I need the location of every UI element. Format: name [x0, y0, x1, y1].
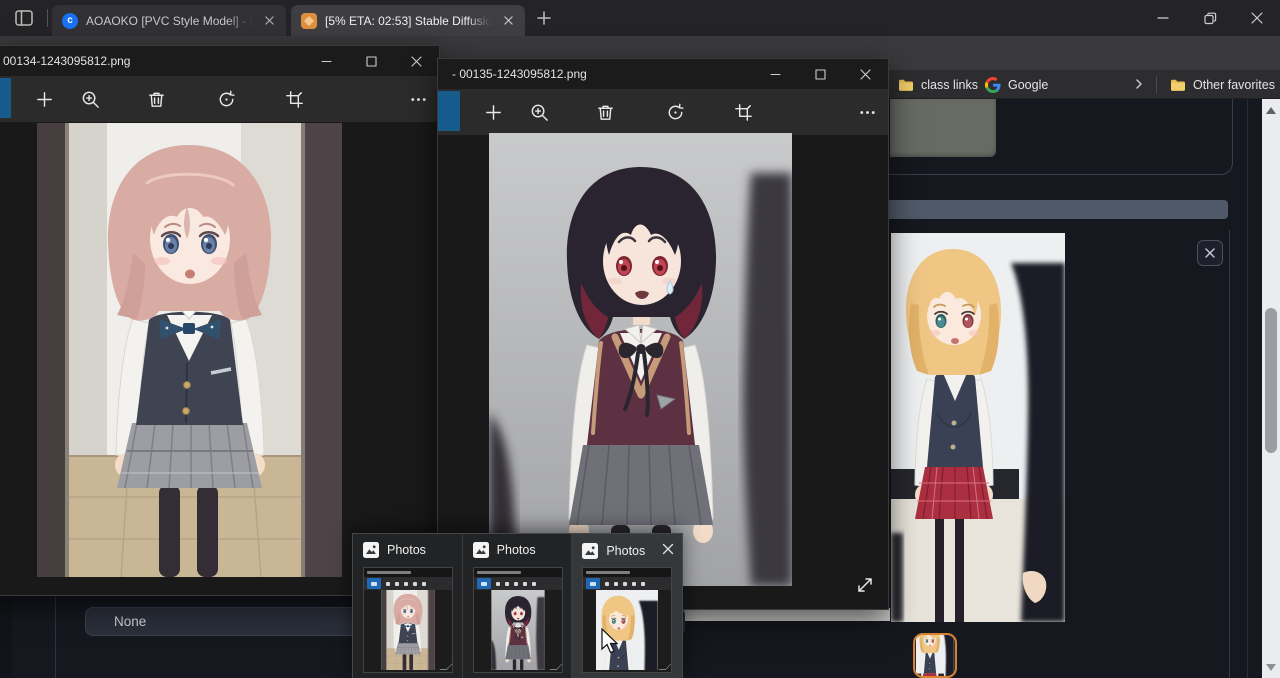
tab-stable-diffusion[interactable]: [5% ETA: 02:53] Stable Diffusion: [291, 5, 525, 36]
mini-toolbar: [583, 577, 671, 590]
mini-toolbar: [474, 577, 562, 590]
window-minimize-button[interactable]: [1140, 0, 1186, 36]
add-to-album-button[interactable]: [24, 79, 64, 119]
tab-actions-menu-icon[interactable]: [13, 7, 35, 34]
more-options-button[interactable]: [398, 79, 438, 119]
mini-accent-button: [477, 578, 491, 589]
photos-window-1-toolbar: [0, 76, 439, 122]
photos-window-1: 00134-1243095812.png: [0, 45, 440, 596]
preview-app-label: Photos: [387, 543, 426, 557]
page-panel-border: [55, 589, 56, 678]
photos-minimize-button[interactable]: [304, 46, 348, 76]
taskbar-preview-flyout: Photos Photos: [352, 533, 683, 678]
fullscreen-expand-icon[interactable]: [854, 574, 876, 601]
photos-accent-strip: [0, 78, 11, 118]
gallery-thumbnail-selected[interactable]: [913, 633, 957, 678]
favorite-folder-class-links[interactable]: class links: [898, 70, 978, 99]
tab-divider: [47, 9, 48, 27]
photos-window-2-toolbar: [438, 89, 888, 135]
mini-photo-00134: [364, 590, 452, 672]
mini-titlebar: [364, 568, 452, 577]
favbar-divider: [1156, 76, 1157, 93]
photos-app-icon: [473, 542, 489, 558]
script-dropdown-value: None: [114, 614, 146, 629]
zoom-button[interactable]: [519, 92, 559, 132]
preview-close-icon[interactable]: [662, 542, 674, 560]
add-to-album-button[interactable]: [473, 92, 513, 132]
photos-maximize-button[interactable]: [798, 59, 842, 89]
photo-image-00135: [489, 133, 792, 586]
scrollbar-up-arrow-icon[interactable]: [1266, 107, 1276, 114]
tab-close-icon[interactable]: [260, 12, 278, 30]
mini-accent-button: [367, 578, 381, 589]
close-image-button[interactable]: [1197, 240, 1223, 266]
photo-image-00134: [37, 123, 342, 577]
favorite-label: Other favorites: [1193, 78, 1275, 92]
mouse-cursor: [600, 628, 620, 661]
photos-window-2: - 00135-1243095812.png: [437, 58, 889, 610]
favorite-label: class links: [921, 78, 978, 92]
preview-mini-window[interactable]: [363, 567, 453, 673]
mini-photo-00135: [474, 590, 562, 672]
civitai-icon: c: [62, 13, 78, 29]
preview-mini-window[interactable]: [582, 567, 672, 673]
delete-button[interactable]: [585, 92, 625, 132]
photos-app-icon: [582, 543, 598, 559]
favorites-overflow-chevron-icon[interactable]: [1132, 77, 1146, 96]
scrollbar-thumb[interactable]: [1265, 308, 1277, 453]
tab-civitai[interactable]: c AOAOKO [PVC Style Model] - PV: [52, 5, 286, 36]
crop-button[interactable]: [723, 92, 763, 132]
scrollbar-down-arrow-icon[interactable]: [1266, 664, 1276, 671]
favorite-folder-other[interactable]: Other favorites: [1170, 70, 1275, 99]
photos-app-icon: [363, 542, 379, 558]
more-options-button[interactable]: [847, 92, 887, 132]
rotate-button[interactable]: [655, 92, 695, 132]
favorite-label: Google: [1008, 78, 1048, 92]
gallery-right-border: [1229, 230, 1230, 678]
taskbar-preview-card-2[interactable]: Photos: [463, 534, 573, 678]
stable-diffusion-icon: [301, 13, 317, 29]
zoom-button[interactable]: [70, 79, 110, 119]
mini-titlebar: [474, 568, 562, 577]
photos-accent-strip: [438, 91, 460, 131]
tab-label: AOAOKO [PVC Style Model] - PV: [86, 14, 252, 28]
window-restore-button[interactable]: [1187, 0, 1233, 36]
generated-image[interactable]: [891, 233, 1065, 622]
desktop: c AOAOKO [PVC Style Model] - PV [5% ETA:…: [0, 0, 1280, 678]
rotate-button[interactable]: [206, 79, 246, 119]
favorite-google[interactable]: Google: [985, 70, 1048, 99]
photos-close-button[interactable]: [843, 59, 887, 89]
tab-close-icon[interactable]: [499, 12, 517, 30]
photos-window-2-titlebar: - 00135-1243095812.png: [438, 59, 888, 89]
tab-label: [5% ETA: 02:53] Stable Diffusion: [325, 14, 491, 28]
window-close-button[interactable]: [1234, 0, 1280, 36]
preview-app-label: Photos: [606, 544, 645, 558]
taskbar-preview-card-3[interactable]: Photos: [572, 534, 682, 678]
photos-window-1-titlebar: 00134-1243095812.png: [0, 46, 439, 76]
crop-button[interactable]: [274, 79, 314, 119]
photos-close-button[interactable]: [394, 46, 438, 76]
photos-maximize-button[interactable]: [349, 46, 393, 76]
browser-tab-bar: c AOAOKO [PVC Style Model] - PV [5% ETA:…: [0, 0, 1280, 36]
mini-toolbar: [364, 577, 452, 590]
preview-mini-window[interactable]: [473, 567, 563, 673]
page-scrollbar[interactable]: [1262, 99, 1280, 678]
new-tab-button[interactable]: [534, 8, 554, 33]
taskbar-preview-card-1[interactable]: Photos: [353, 534, 463, 678]
mini-photo-blonde: [583, 590, 671, 672]
photos-minimize-button[interactable]: [753, 59, 797, 89]
mini-titlebar: [583, 568, 671, 577]
delete-button[interactable]: [136, 79, 176, 119]
mini-accent-button: [586, 578, 600, 589]
scroll-gutter-border: [1247, 99, 1248, 678]
photos-window-title: 00134-1243095812.png: [0, 54, 130, 68]
photos-window-title: - 00135-1243095812.png: [438, 67, 587, 81]
preview-app-label: Photos: [497, 543, 536, 557]
